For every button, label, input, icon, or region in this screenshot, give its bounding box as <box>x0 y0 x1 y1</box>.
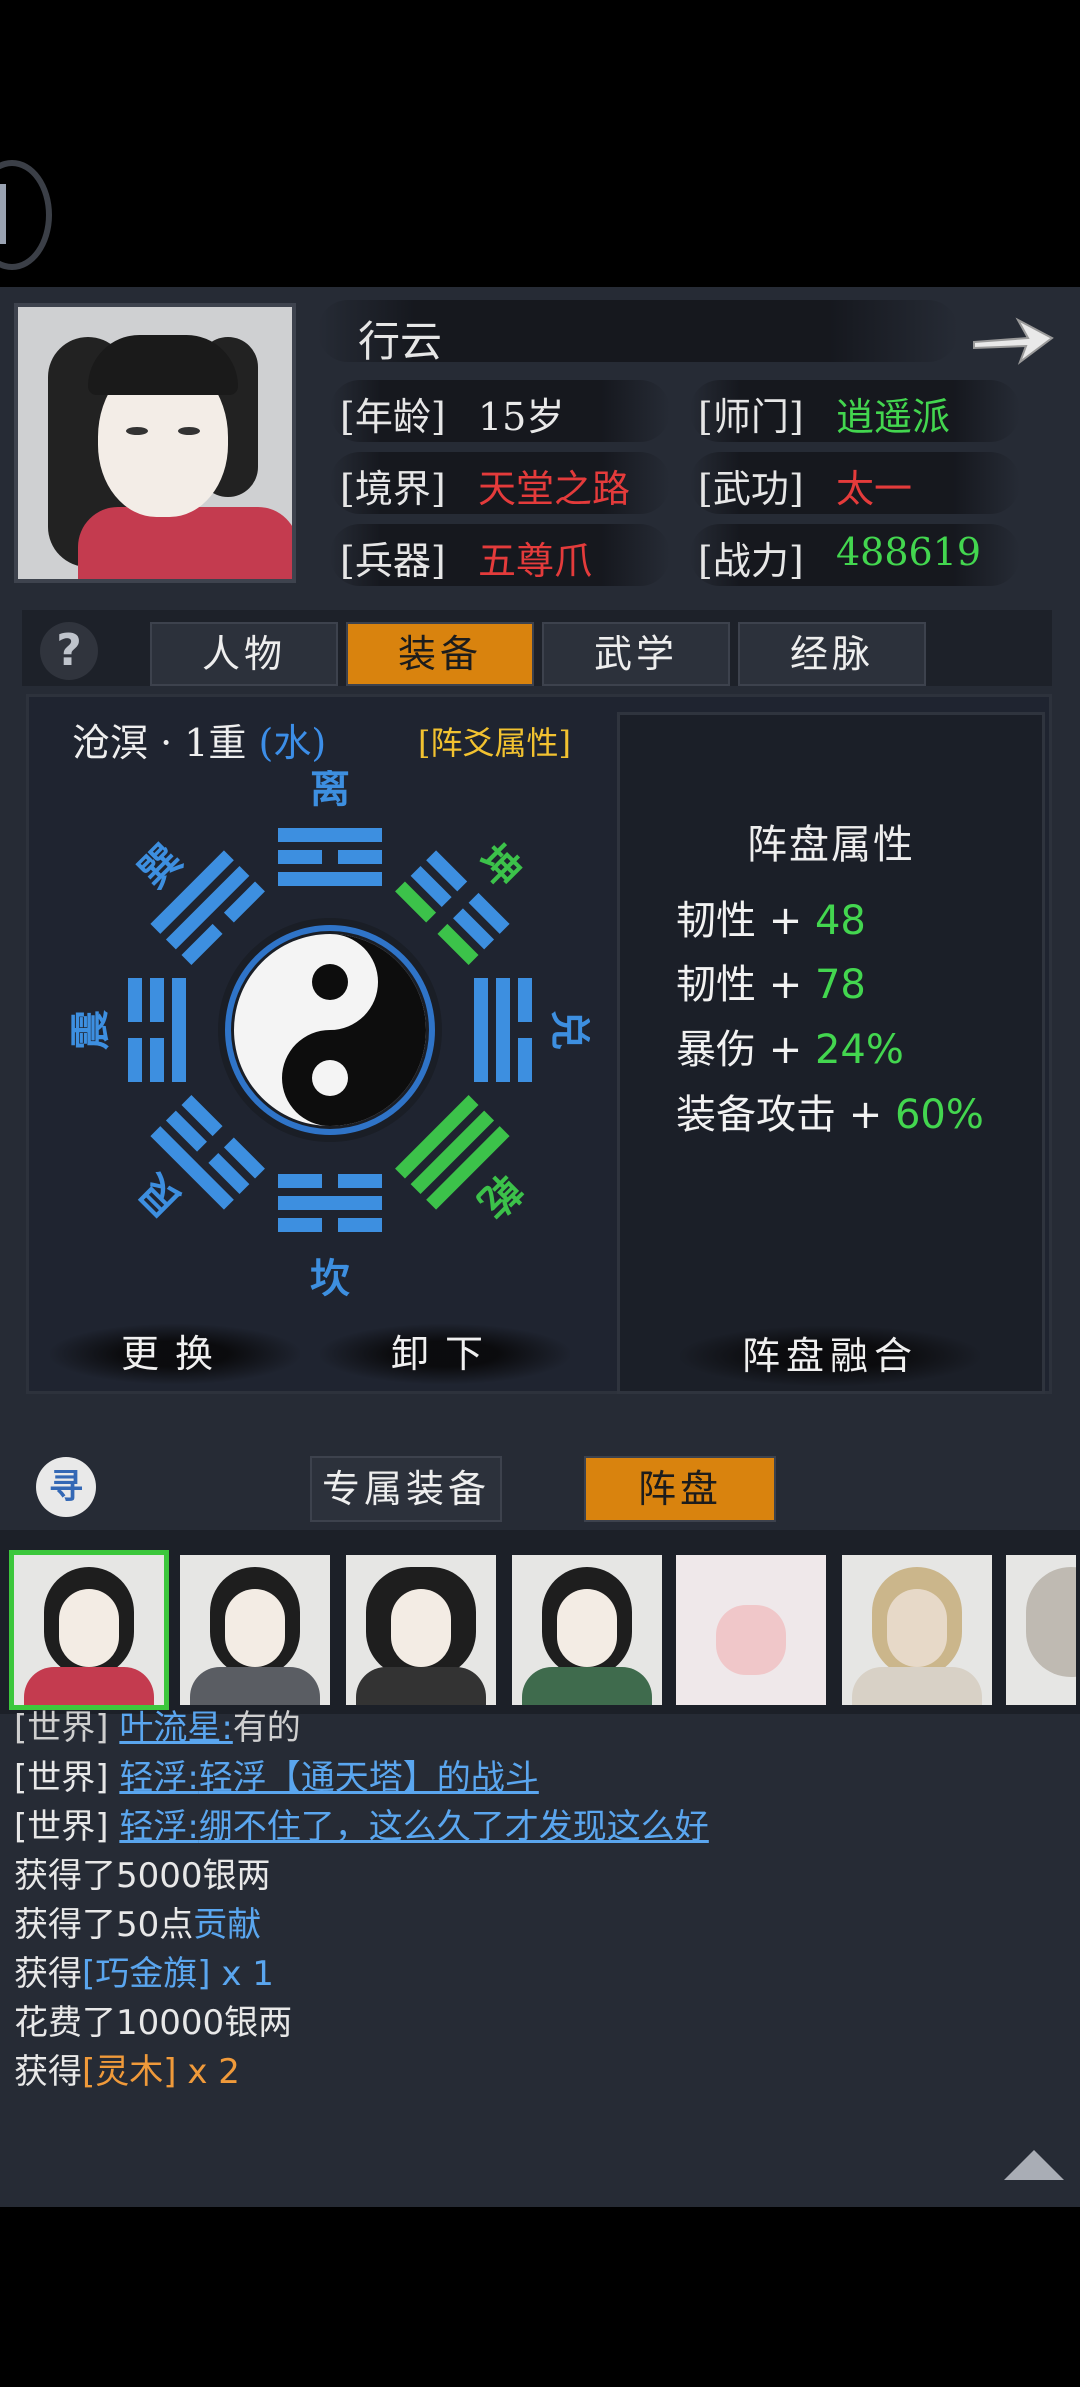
trigram-dui-icon[interactable] <box>474 978 532 1082</box>
chat-channel: [世界] <box>14 1807 109 1847</box>
seek-logo-icon[interactable]: 寻 <box>36 1457 96 1517</box>
attribute-row: 韧性 + 48 <box>676 888 866 946</box>
power-label: [战力] <box>698 539 804 583</box>
fuse-button[interactable]: 阵盘融合 <box>680 1326 980 1386</box>
tab-exclusive-equipment[interactable]: 专属装备 <box>310 1456 502 1522</box>
attribute-name: 装备攻击 <box>676 1092 836 1138</box>
formation-name: 沧溟 · 1重 <box>72 721 247 765</box>
attribute-name: 暴伤 <box>676 1027 756 1073</box>
trigram-kan-icon[interactable] <box>278 1174 382 1232</box>
tab-formation-disk[interactable]: 阵盘 <box>584 1456 776 1522</box>
chat-line: 获得[灵木] x 2 <box>14 2044 240 2093</box>
character-card[interactable] <box>676 1555 826 1705</box>
chat-item-link[interactable]: [巧金旗] <box>82 1954 211 1994</box>
sect-value: 逍遥派 <box>836 395 951 439</box>
chat-user[interactable]: 轻浮: <box>119 1758 198 1798</box>
chat-message: 获得 <box>14 1954 82 1994</box>
character-name: 行云 <box>358 317 443 366</box>
attribute-op: + <box>768 962 803 1008</box>
attribute-name: 韧性 <box>676 962 756 1008</box>
attribute-row: 装备攻击 + 60% <box>676 1082 984 1140</box>
chat-item-link[interactable]: [灵木] <box>82 2052 177 2092</box>
trigram-label: 坤 <box>469 836 531 898</box>
help-icon[interactable]: ? <box>40 622 98 680</box>
tab-equipment[interactable]: 装备 <box>346 622 534 686</box>
attribute-row: 暴伤 + 24% <box>676 1017 904 1075</box>
scroll-up-icon[interactable] <box>1002 2146 1066 2182</box>
chat-line: 花费了10000银两 <box>14 1995 292 2044</box>
formation-element: (水) <box>258 721 327 765</box>
weapon-value: 五尊爪 <box>478 539 593 583</box>
trigram-label: 离 <box>310 770 350 812</box>
attribute-name: 韧性 <box>676 898 756 944</box>
realm-label: [境界] <box>340 467 446 511</box>
trigram-label: 坎 <box>310 1255 350 1302</box>
skill-value: 太一 <box>836 467 913 511</box>
chat-highlight: 贡献 <box>193 1905 262 1945</box>
age-label: [年龄] <box>340 395 446 439</box>
chat-line: 获得了50点贡献 <box>14 1897 261 1946</box>
chat-line: [世界] 轻浮:轻浮【通天塔】的战斗 <box>14 1750 539 1799</box>
chat-user[interactable]: 轻浮: <box>119 1807 198 1847</box>
trigram-label: 兑 <box>546 1010 590 1050</box>
skill-label: [武功] <box>698 467 804 511</box>
character-card[interactable] <box>180 1555 330 1705</box>
chat-message[interactable]: 绷不住了，这么久了才发现这么好 <box>199 1807 709 1847</box>
attribute-value: 48 <box>814 898 866 944</box>
character-portrait[interactable] <box>14 303 296 583</box>
attribute-title: 阵盘属性 <box>747 822 915 868</box>
character-card[interactable] <box>1006 1555 1076 1705</box>
character-card[interactable] <box>9 1550 169 1710</box>
trigram-zhen-icon[interactable] <box>128 978 186 1082</box>
character-card[interactable] <box>346 1555 496 1705</box>
character-card[interactable] <box>842 1555 992 1705</box>
tab-meridians[interactable]: 经脉 <box>738 622 926 686</box>
chat-user[interactable]: 叶流星: <box>119 1708 232 1748</box>
tab-character[interactable]: 人物 <box>150 622 338 686</box>
chat-message: 花费了10000银两 <box>14 2003 293 2043</box>
replace-button[interactable]: 更换 <box>50 1324 300 1384</box>
chat-message: 有的 <box>232 1708 301 1748</box>
trigram-li-icon[interactable] <box>278 828 382 886</box>
age-value: 15岁 <box>478 395 565 439</box>
attribute-op: + <box>768 1027 803 1073</box>
formation-attr-link[interactable]: [阵爻属性] <box>418 718 571 764</box>
attribute-row: 韧性 + 78 <box>676 952 866 1010</box>
chat-line: 获得了5000银两 <box>14 1848 271 1897</box>
trigram-label: 巽 <box>130 836 192 898</box>
taiji-icon[interactable] <box>234 934 426 1126</box>
chat-quantity: x 2 <box>176 2052 240 2092</box>
chat-message: 获得 <box>14 2052 82 2092</box>
chat-message: 获得了5000银两 <box>14 1856 271 1896</box>
power-value: 488619 <box>836 530 982 574</box>
chat-channel: [世界] <box>14 1758 109 1798</box>
attribute-op: + <box>768 898 803 944</box>
attribute-value: 78 <box>814 962 866 1008</box>
chat-channel: [世界] <box>14 1708 109 1748</box>
tab-martial-arts[interactable]: 武学 <box>542 622 730 686</box>
trigram-label: 艮 <box>129 1164 191 1226</box>
corner-ring-icon[interactable] <box>0 160 52 270</box>
sect-label: [师门] <box>698 395 804 439</box>
attribute-op: + <box>848 1092 883 1138</box>
chat-message: 获得了50点 <box>14 1905 194 1945</box>
realm-value: 天堂之路 <box>478 467 631 511</box>
weapon-label: [兵器] <box>340 539 446 583</box>
chat-message[interactable]: 轻浮【通天塔】的战斗 <box>199 1758 539 1798</box>
attribute-value: 60% <box>894 1092 984 1138</box>
chat-quantity: x 1 <box>210 1954 274 1994</box>
chat-line: [世界] 轻浮:绷不住了，这么久了才发现这么好 <box>14 1799 709 1848</box>
formation-title: 沧溟 · 1重 (水) <box>72 712 326 767</box>
character-card[interactable] <box>512 1555 662 1705</box>
chat-line: [世界] 叶流星:有的 <box>14 1700 301 1749</box>
bagua-diagram[interactable]: 离 坤 兑 乾 坎 艮 震 巽 <box>70 770 590 1310</box>
chat-line: 获得[巧金旗] x 1 <box>14 1946 274 1995</box>
trigram-label: 乾 <box>469 1165 531 1227</box>
unload-button[interactable]: 卸下 <box>320 1324 570 1384</box>
arrow-right-icon[interactable] <box>968 302 1058 372</box>
trigram-label: 震 <box>70 1010 114 1050</box>
attribute-value: 24% <box>814 1027 904 1073</box>
